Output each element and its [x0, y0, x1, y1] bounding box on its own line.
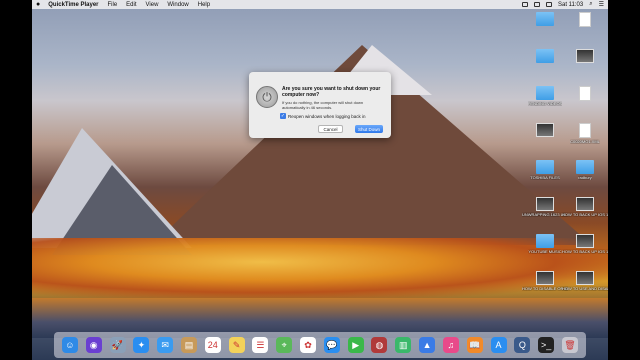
desktop-icon[interactable]: [562, 12, 608, 28]
menu-app-name[interactable]: QuickTime Player: [48, 2, 98, 8]
video-file-icon: [576, 197, 594, 211]
menu-bar: ● QuickTime Player File Edit View Window…: [32, 0, 608, 9]
folder-icon: [536, 12, 554, 26]
document-icon: [579, 123, 591, 138]
dock: ☺ ◉ 🚀 ✦ ✉ ▤ 24 ✎ ☰ ⌖ ✿ 💬 ▶ ◍ ▥ ▲ ♫ 📖 A Q >_ 🗑: [54, 332, 586, 358]
notes-icon[interactable]: ✎: [228, 337, 245, 353]
desktop-icon-label: radbury: [578, 175, 592, 180]
menu-window[interactable]: Window: [167, 2, 188, 8]
desktop-icon[interactable]: [562, 49, 608, 64]
calendar-icon[interactable]: 24: [204, 337, 221, 353]
desktop-icon-label: YOUTUBE MUSIC: [528, 249, 562, 254]
numbers-icon[interactable]: ▥: [395, 337, 412, 353]
maps-icon[interactable]: ⌖: [276, 337, 293, 353]
terminal-icon[interactable]: >_: [538, 337, 555, 353]
itunes-icon[interactable]: ♫: [442, 337, 459, 353]
shutdown-dialog: ⏻ Are you sure you want to shut down you…: [249, 72, 391, 138]
desktop-icon-label: HOW TO BACK UP IOS 11 W...NE.mp4: [562, 212, 608, 217]
video-file-icon: [536, 271, 554, 285]
video-file-icon: [576, 271, 594, 285]
desktop-icon-label: HOW TO BACK UP IOS 11 W...NE.mp4: [562, 249, 608, 254]
battery-icon[interactable]: [545, 2, 552, 7]
status-area: Sat 11:03 ⌕ ☰: [521, 1, 604, 8]
facetime-icon[interactable]: ▶: [347, 337, 364, 353]
dialog-message: If you do nothing, the computer will shu…: [282, 100, 364, 110]
desktop-icon-label: HOW TO USE AND DISABLE...11.mp4: [562, 286, 608, 291]
menu-edit[interactable]: Edit: [126, 2, 136, 8]
quicktime-icon[interactable]: Q: [514, 337, 531, 353]
apple-icon[interactable]: ●: [36, 1, 40, 8]
finder-icon[interactable]: ☺: [61, 337, 78, 353]
desktop-icon-label: PENDING VIDEOS: [527, 101, 563, 106]
power-icon: ⏻: [256, 86, 278, 108]
screen-recording-icon[interactable]: [521, 2, 528, 7]
desktop-icon-label: TOSHIBA FILES: [530, 175, 560, 180]
reminders-icon[interactable]: ☰: [252, 337, 269, 353]
reopen-windows-checkbox[interactable]: ✓: [280, 113, 286, 119]
video-file-icon: [536, 123, 554, 137]
folder-icon: [536, 86, 554, 100]
notification-center-icon[interactable]: ☰: [599, 1, 604, 8]
document-icon: [579, 12, 591, 27]
wifi-icon[interactable]: [533, 2, 540, 7]
launchpad-icon[interactable]: 🚀: [109, 337, 126, 353]
menu-clock[interactable]: Sat 11:03: [558, 2, 583, 8]
messages-icon[interactable]: 💬: [323, 337, 340, 353]
video-file-icon: [576, 234, 594, 248]
reopen-windows-label: Reopen windows when logging back in: [288, 113, 366, 119]
desktop-icon[interactable]: HOW TO BACK UP IOS 11 W...NE.mp4: [562, 197, 608, 217]
contacts-icon[interactable]: ▤: [180, 337, 197, 353]
safari-icon[interactable]: ✦: [133, 337, 150, 353]
desktop-icon[interactable]: HOW TO USE AND DISABLE...11.mp4: [562, 271, 608, 291]
reopen-windows-option[interactable]: ✓ Reopen windows when logging back in: [280, 113, 366, 119]
siri-icon[interactable]: ◉: [85, 337, 102, 353]
video-file-icon: [536, 197, 554, 211]
folder-icon: [536, 160, 554, 174]
spotlight-icon[interactable]: ⌕: [589, 1, 592, 8]
folder-icon: [576, 160, 594, 174]
folder-icon: [536, 49, 554, 63]
photo-booth-icon[interactable]: ◍: [371, 337, 388, 353]
menu-file[interactable]: File: [107, 2, 117, 8]
app-store-icon[interactable]: A: [490, 337, 507, 353]
video-file-icon: [576, 49, 594, 63]
mail-icon[interactable]: ✉: [157, 337, 174, 353]
desktop-icon[interactable]: [562, 86, 608, 102]
desktop-icon[interactable]: radbury: [562, 160, 608, 180]
shut-down-button[interactable]: Shut Down: [355, 125, 383, 133]
menu-view[interactable]: View: [146, 2, 159, 8]
desktop-icon[interactable]: C0020MO1.XML: [562, 123, 608, 144]
document-icon: [579, 86, 591, 101]
ibooks-icon[interactable]: 📖: [466, 337, 483, 353]
cancel-button[interactable]: Cancel: [318, 125, 343, 133]
keynote-icon[interactable]: ▲: [419, 337, 436, 353]
photos-icon[interactable]: ✿: [300, 337, 317, 353]
desktop-icon-label: C0020MO1.XML: [570, 139, 600, 144]
trash-icon[interactable]: 🗑: [561, 337, 578, 353]
desktop-icon[interactable]: HOW TO BACK UP IOS 11 W...NE.mp4: [562, 234, 608, 254]
desktop: ● QuickTime Player File Edit View Window…: [32, 0, 608, 360]
folder-icon: [536, 234, 554, 248]
dialog-title: Are you sure you want to shut down your …: [282, 86, 381, 98]
menu-help[interactable]: Help: [198, 2, 210, 8]
